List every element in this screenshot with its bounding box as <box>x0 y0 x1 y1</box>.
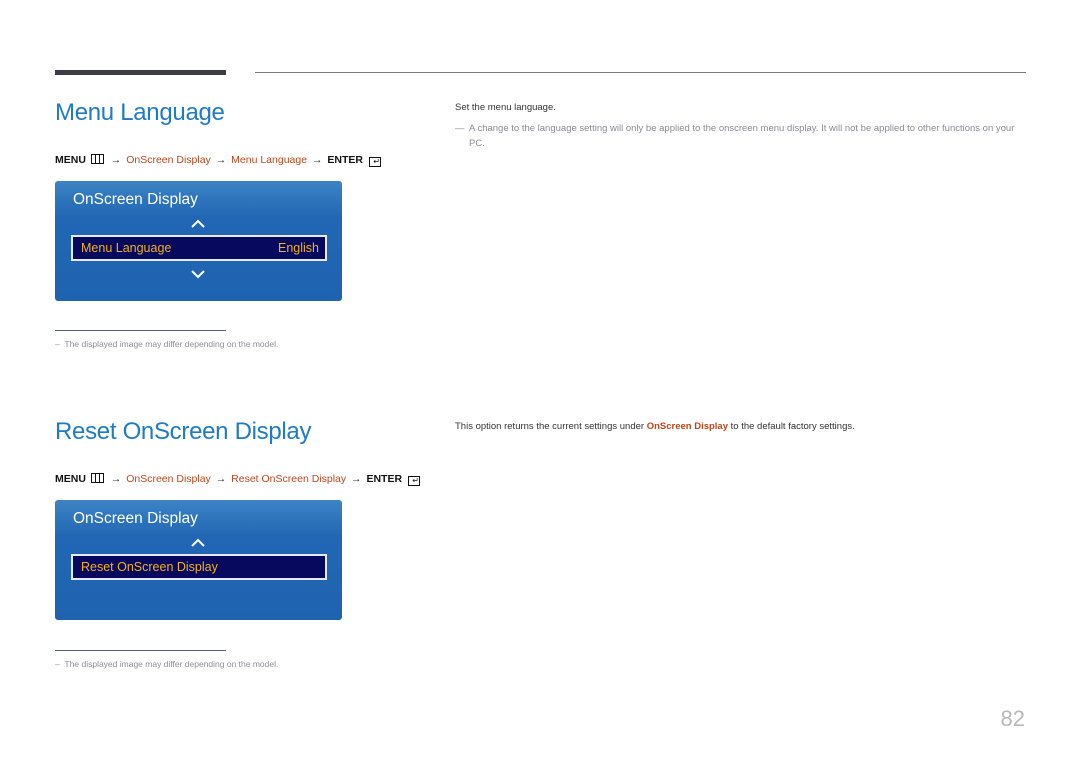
dash: – <box>55 339 60 349</box>
enter-label: ENTER <box>366 473 403 485</box>
path-item-onscreen-display: OnScreen Display <box>126 154 211 166</box>
arrow-icon: → <box>110 473 122 485</box>
description-text: This option returns the current settings… <box>455 421 647 432</box>
menu-label: MENU <box>55 154 86 166</box>
osd-item-value: English <box>278 241 319 255</box>
section-title-reset-osd: Reset OnScreen Display <box>55 418 312 445</box>
footnote-text: The displayed image may differ depending… <box>64 339 279 349</box>
page-number: 82 <box>1000 706 1025 731</box>
dash: — <box>455 123 465 134</box>
footnote: – The displayed image may differ dependi… <box>55 339 278 349</box>
arrow-icon: → <box>215 154 227 166</box>
enter-label: ENTER <box>327 154 363 166</box>
arrow-icon: → <box>215 473 227 485</box>
dash: – <box>55 659 60 669</box>
chevron-up-icon[interactable] <box>191 538 205 548</box>
path-item-reset-osd: Reset OnScreen Display <box>231 473 347 485</box>
subnote-text: A change to the language setting will on… <box>469 123 1015 149</box>
path-item-onscreen-display: OnScreen Display <box>126 473 211 485</box>
osd-title: OnScreen Display <box>73 191 198 208</box>
path-item-menu-language: Menu Language <box>231 154 308 166</box>
header-rule <box>255 72 1026 73</box>
description-highlight: OnScreen Display <box>646 421 728 432</box>
osd-panel-reset-osd: OnScreen Display Reset OnScreen Display <box>55 500 342 620</box>
osd-item-label: Reset OnScreen Display <box>81 560 218 574</box>
description-text: to the default factory settings. <box>728 421 855 432</box>
menu-path-reset-osd: MENU → OnScreen Display → Reset OnScreen… <box>55 473 420 486</box>
description-reset-osd: This option returns the current settings… <box>455 421 855 432</box>
footnote-text: The displayed image may differ depending… <box>64 659 279 669</box>
arrow-icon: → <box>110 154 122 166</box>
menu-path-menu-language: MENU → OnScreen Display → Menu Language … <box>55 154 381 167</box>
footnote-rule <box>55 330 226 331</box>
osd-selected-item[interactable]: Reset OnScreen Display <box>71 554 327 580</box>
footnote-rule <box>55 650 226 651</box>
chevron-down-icon[interactable] <box>191 269 205 279</box>
menu-icon <box>90 154 104 164</box>
menu-label: MENU <box>55 473 86 485</box>
menu-icon <box>90 473 104 483</box>
description-menu-language: Set the menu language. <box>455 102 556 113</box>
osd-item-label: Menu Language <box>81 241 172 255</box>
footnote: – The displayed image may differ dependi… <box>55 659 278 669</box>
arrow-icon: → <box>351 473 362 485</box>
section-title-menu-language: Menu Language <box>55 99 225 126</box>
osd-title: OnScreen Display <box>73 510 198 527</box>
enter-icon: ↵ <box>407 476 420 486</box>
arrow-icon: → <box>311 154 323 166</box>
chevron-up-icon[interactable] <box>191 219 205 229</box>
header-bar-accent <box>55 70 226 75</box>
osd-panel-menu-language: OnScreen Display Menu Language English <box>55 181 342 301</box>
subnote: — A change to the language setting will … <box>455 121 1030 151</box>
enter-icon: ↵ <box>368 157 381 167</box>
osd-selected-item[interactable]: Menu Language English <box>71 235 327 261</box>
